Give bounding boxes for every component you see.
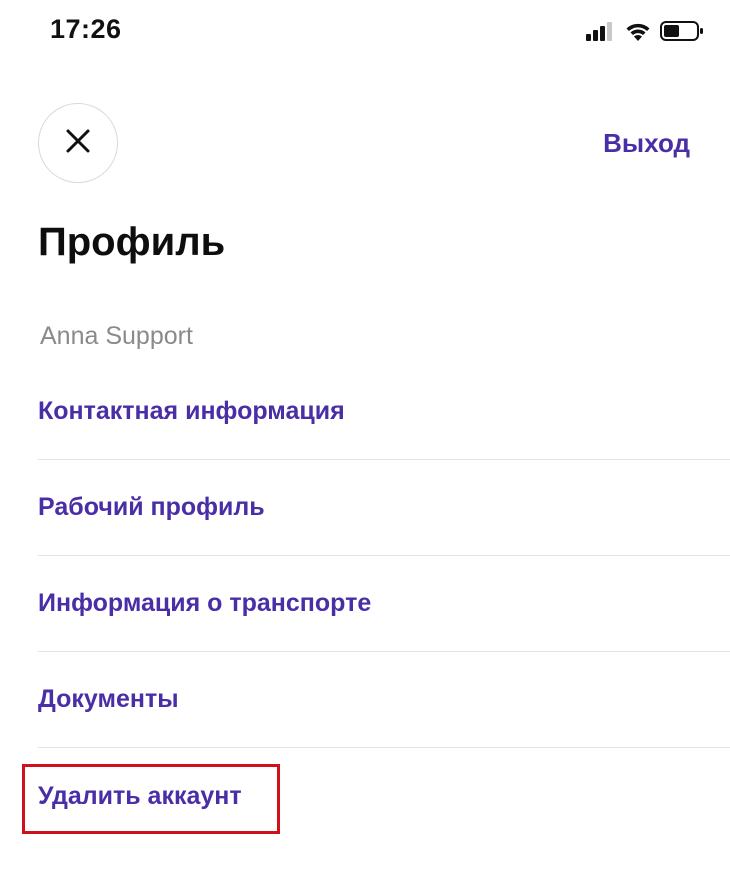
menu-item-vehicle-info[interactable]: Информация о транспорте — [38, 556, 730, 652]
close-button[interactable] — [38, 103, 118, 183]
status-icons — [586, 20, 704, 42]
menu-item-work-profile[interactable]: Рабочий профиль — [38, 460, 730, 556]
menu-item-contact-info[interactable]: Контактная информация — [38, 364, 730, 460]
menu-item-delete-account[interactable]: Удалить аккаунт — [38, 748, 730, 844]
cellular-signal-icon — [586, 21, 616, 41]
status-time: 17:26 — [50, 14, 122, 44]
menu-item-documents[interactable]: Документы — [38, 652, 730, 748]
profile-menu: Контактная информация Рабочий профиль Ин… — [0, 364, 730, 844]
wifi-icon — [624, 20, 652, 42]
logout-button[interactable]: Выход — [603, 128, 690, 159]
menu-item-label: Информация о транспорте — [38, 589, 372, 617]
battery-icon — [660, 20, 704, 42]
menu-item-label: Удалить аккаунт — [38, 781, 242, 810]
status-bar: 17:26 — [0, 0, 730, 70]
user-name: Anna Support — [40, 322, 193, 350]
menu-item-label: Документы — [38, 685, 179, 713]
close-icon — [65, 128, 91, 159]
menu-item-label: Контактная информация — [38, 397, 345, 425]
page-title: Профиль — [38, 220, 226, 264]
menu-item-label: Рабочий профиль — [38, 493, 265, 521]
